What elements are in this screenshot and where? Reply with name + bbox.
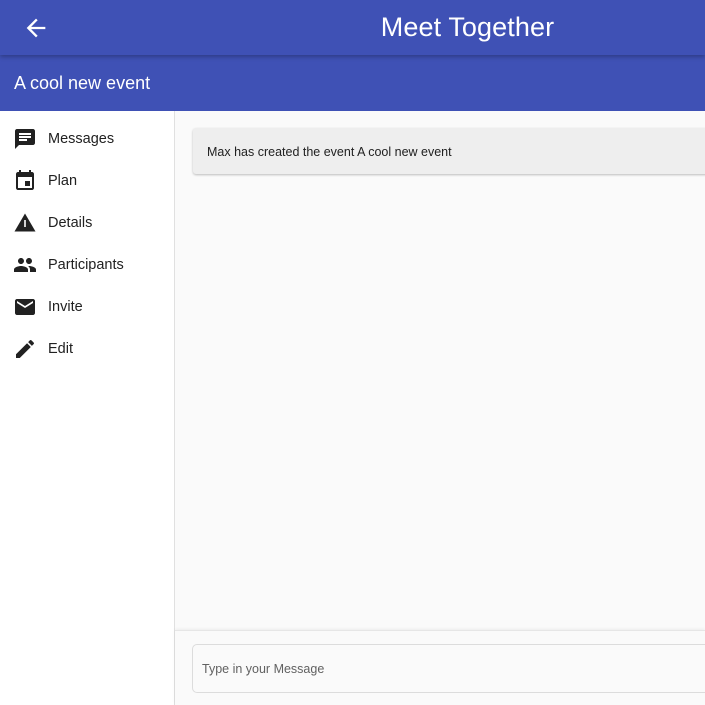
app-title: Meet Together: [380, 12, 555, 42]
sidebar-item-label: Plan: [48, 173, 78, 189]
mail-icon: [15, 299, 35, 315]
pencil-icon: [16, 339, 35, 358]
calendar-icon: [16, 170, 34, 190]
sidebar-item-label: Details: [48, 215, 93, 231]
sidebar-item-plan[interactable]: Plan: [0, 160, 174, 202]
sidebar: Messages Plan Details Participants Invit…: [0, 111, 175, 705]
app-bar: Meet Together: [0, 0, 705, 55]
back-button[interactable]: [22, 14, 50, 42]
chat-message: Max has created the event A cool new eve…: [193, 128, 705, 174]
sidebar-item-label: Messages: [48, 131, 115, 147]
sidebar-item-messages[interactable]: Messages: [0, 118, 174, 160]
sidebar-item-edit[interactable]: Edit: [0, 328, 174, 370]
event-title: A cool new event: [14, 73, 151, 93]
warning-triangle-icon: [14, 213, 36, 232]
sidebar-item-label: Participants: [48, 257, 124, 273]
event-header: A cool new event: [0, 55, 705, 111]
sidebar-item-label: Invite: [48, 299, 83, 315]
sidebar-item-label: Edit: [48, 341, 73, 357]
message-input[interactable]: [192, 644, 705, 693]
people-icon: [14, 258, 36, 272]
sidebar-item-details[interactable]: Details: [0, 202, 174, 244]
arrow-back-icon: [26, 18, 46, 38]
sidebar-item-participants[interactable]: Participants: [0, 244, 174, 286]
message-composer: [175, 630, 705, 705]
sidebar-item-invite[interactable]: Invite: [0, 286, 174, 328]
message-text: Max has created the event A cool new eve…: [207, 145, 452, 159]
app-window: Meet Together A cool new event Messages …: [0, 0, 705, 705]
chat-area: Max has created the event A cool new eve…: [175, 111, 705, 705]
message-icon: [15, 129, 35, 149]
